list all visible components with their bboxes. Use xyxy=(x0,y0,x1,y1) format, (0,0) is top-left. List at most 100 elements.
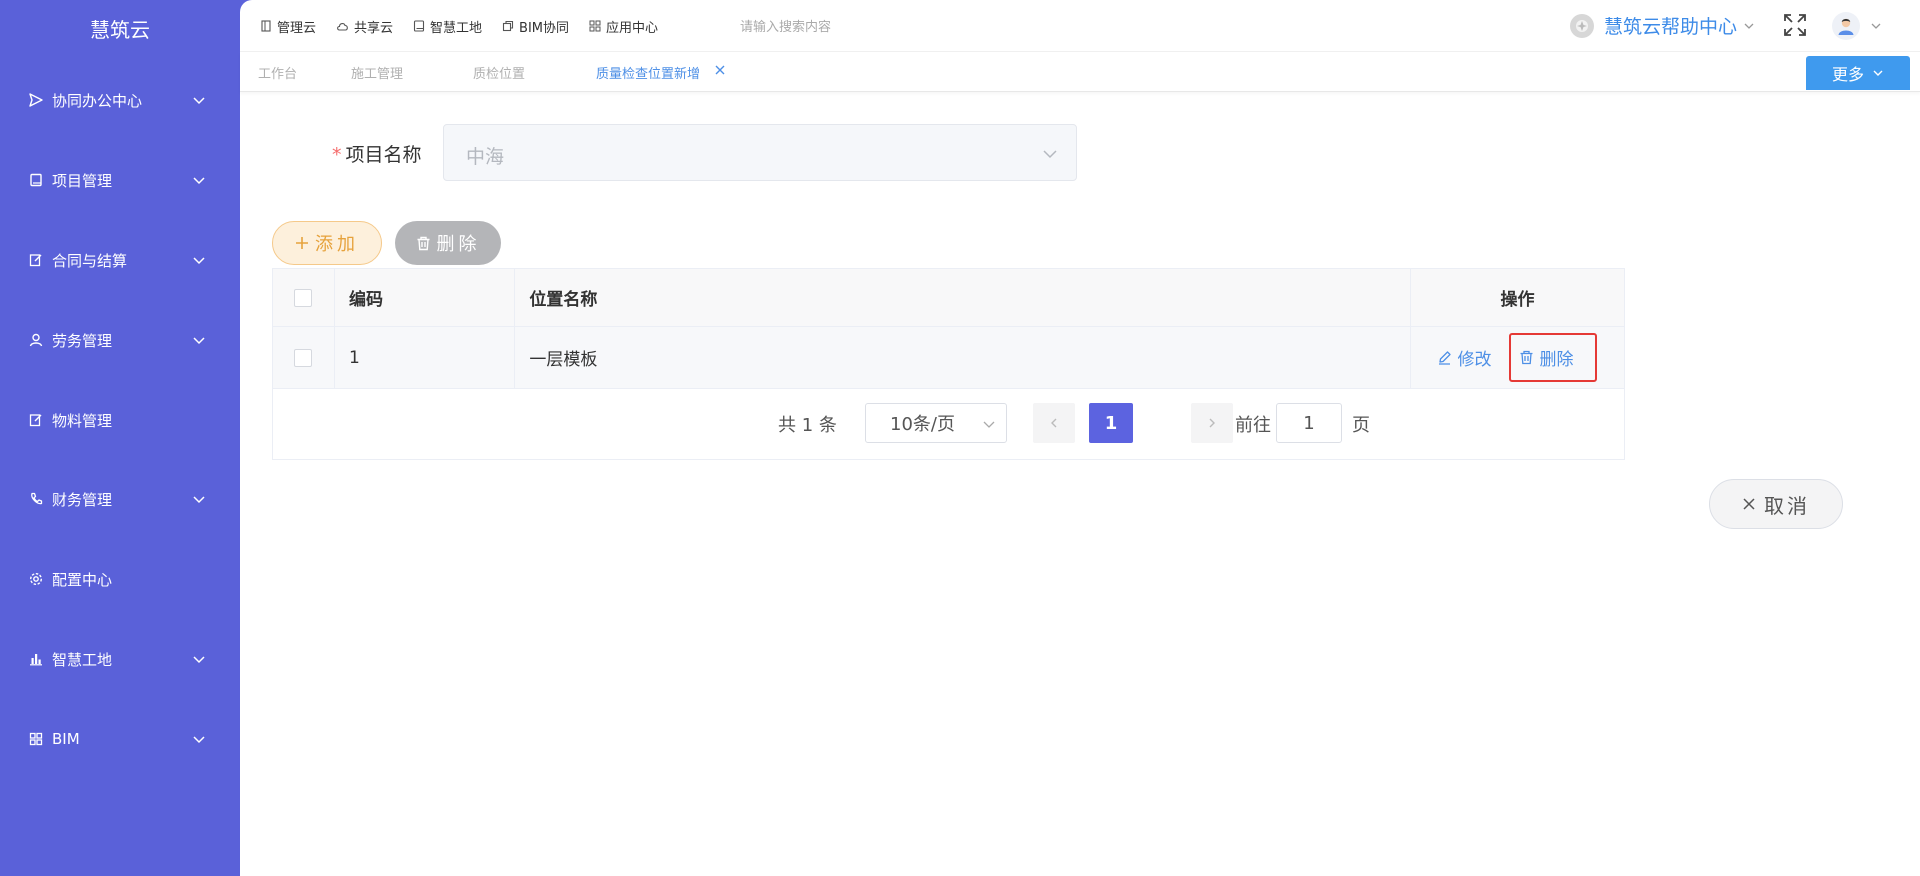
chevron-right-icon xyxy=(1209,418,1215,428)
edit-icon xyxy=(28,412,44,428)
row-checkbox-cell xyxy=(273,327,335,388)
sidebar-item-label: 合同与结算 xyxy=(52,251,128,270)
sidebar-item-smart-site[interactable]: 智慧工地 xyxy=(0,637,240,681)
sidebar-item-label: 劳务管理 xyxy=(52,331,113,350)
fullscreen-icon[interactable] xyxy=(1783,13,1807,37)
bar-chart-icon xyxy=(28,651,44,667)
page-number-1[interactable]: 1 xyxy=(1089,403,1133,443)
required-mark: * xyxy=(332,144,342,166)
cancel-button-label: 取消 xyxy=(1764,493,1810,518)
chevron-down-icon xyxy=(193,496,205,504)
delete-button-label: 删除 xyxy=(436,234,481,255)
row-delete-link-label: 删除 xyxy=(1539,350,1574,370)
help-logo-icon xyxy=(1570,13,1594,38)
delete-button[interactable]: 删除 xyxy=(395,221,501,265)
topnav-item-share-cloud[interactable]: 共享云 xyxy=(336,17,393,36)
pagination: 共 1 条 10条/页 1 前往 页 xyxy=(273,389,1624,459)
project-name-label-text: 项目名称 xyxy=(345,144,422,166)
table-row: 1 一层模板 修改 删除 xyxy=(273,327,1624,389)
edit-link[interactable]: 修改 xyxy=(1437,345,1491,370)
sidebar: 慧筑云 协同办公中心 项目管理 合同与结算 劳务管理 物料管理 财务管理 配置中… xyxy=(0,0,240,876)
top-nav: 管理云 共享云 智慧工地 BIM协同 应用中心 xyxy=(260,0,678,52)
pencil-icon xyxy=(1439,351,1452,365)
row-delete-link[interactable]: 删除 xyxy=(1509,333,1598,382)
help-center-label: 慧筑云帮助中心 xyxy=(1604,16,1738,38)
sidebar-item-config[interactable]: 配置中心 xyxy=(0,557,240,601)
row-checkbox[interactable] xyxy=(294,348,313,367)
sidebar-item-label: 配置中心 xyxy=(52,570,113,589)
sidebar-item-material[interactable]: 物料管理 xyxy=(0,398,240,442)
sidebar-item-label: 物料管理 xyxy=(52,411,113,430)
gear-icon xyxy=(28,571,44,587)
tab-construction-mgmt[interactable]: 施工管理 xyxy=(351,63,403,82)
tabs-bar: 工作台 施工管理 质检位置 质量检查位置新增 更多 xyxy=(240,52,1920,92)
tab-workbench[interactable]: 工作台 xyxy=(258,63,297,82)
sidebar-item-collab-office[interactable]: 协同办公中心 xyxy=(0,78,240,122)
tab-quality-location-add[interactable]: 质量检查位置新增 xyxy=(596,63,700,82)
document-icon xyxy=(261,20,271,32)
chevron-down-icon xyxy=(193,177,205,185)
topnav-item-bim[interactable]: BIM协同 xyxy=(502,17,569,36)
chevron-down-icon xyxy=(193,337,205,345)
topnav-item-app-center[interactable]: 应用中心 xyxy=(589,17,658,36)
row-code: 1 xyxy=(335,327,516,388)
tab-inspection-location[interactable]: 质检位置 xyxy=(473,63,525,82)
chevron-down-icon xyxy=(193,656,205,664)
sidebar-item-label: 协同办公中心 xyxy=(52,91,143,110)
avatar[interactable] xyxy=(1832,12,1860,40)
book-icon xyxy=(28,172,44,188)
chevron-down-icon xyxy=(193,97,205,105)
send-icon xyxy=(28,92,44,108)
plus-icon xyxy=(296,237,308,249)
close-icon xyxy=(1743,498,1755,510)
sidebar-item-label: 财务管理 xyxy=(52,490,113,509)
row-operations: 修改 删除 xyxy=(1411,327,1624,388)
sidebar-item-label: 智慧工地 xyxy=(52,650,113,669)
close-icon[interactable] xyxy=(714,64,726,76)
cancel-button[interactable]: 取消 xyxy=(1709,479,1843,529)
user-icon xyxy=(28,332,44,348)
sidebar-item-project-mgmt[interactable]: 项目管理 xyxy=(0,158,240,202)
more-button-label: 更多 xyxy=(1831,65,1864,84)
project-select[interactable]: 中海 xyxy=(443,124,1077,181)
main-panel: 管理云 共享云 智慧工地 BIM协同 应用中心 请输入搜索内容 慧筑云帮助中心 … xyxy=(240,0,1920,876)
chevron-down-icon[interactable] xyxy=(1870,20,1882,32)
select-all-checkbox[interactable] xyxy=(294,288,313,307)
topnav-item-label: 应用中心 xyxy=(606,20,659,36)
add-button[interactable]: 添加 xyxy=(272,221,382,265)
topnav-item-manage-cloud[interactable]: 管理云 xyxy=(260,17,316,36)
user-avatar-icon xyxy=(1838,18,1854,35)
chevron-down-icon xyxy=(983,421,995,428)
help-center-menu[interactable]: 慧筑云帮助中心 xyxy=(1570,12,1755,39)
prev-page-button[interactable] xyxy=(1033,403,1075,443)
page-size-value: 10条/页 xyxy=(890,414,955,435)
next-page-button[interactable] xyxy=(1191,403,1233,443)
layers-icon xyxy=(502,20,514,32)
location-table: 编码 位置名称 操作 1 一层模板 修改 删除 共 1 条 10条/页 1 前往… xyxy=(272,268,1625,460)
header-operation: 操作 xyxy=(1500,290,1535,310)
header-location-name: 位置名称 xyxy=(515,269,1411,326)
goto-page-input[interactable] xyxy=(1276,403,1342,443)
header-code: 编码 xyxy=(335,269,516,326)
page-suffix: 页 xyxy=(1352,415,1370,436)
chevron-left-icon xyxy=(1051,418,1057,428)
chevron-down-icon xyxy=(1043,150,1057,159)
sidebar-item-contract[interactable]: 合同与结算 xyxy=(0,238,240,282)
more-button[interactable]: 更多 xyxy=(1806,56,1910,90)
topnav-item-label: BIM协同 xyxy=(519,20,570,36)
topnav-item-label: 共享云 xyxy=(354,20,394,36)
topnav-item-label: 智慧工地 xyxy=(430,20,483,36)
edit-link-label: 修改 xyxy=(1457,350,1492,370)
page-size-select[interactable]: 10条/页 xyxy=(865,403,1007,443)
sidebar-item-bim[interactable]: BIM xyxy=(0,717,240,761)
sidebar-item-labor[interactable]: 劳务管理 xyxy=(0,318,240,362)
phone-icon xyxy=(28,491,44,507)
add-button-label: 添加 xyxy=(315,234,359,255)
search-input[interactable] xyxy=(740,16,940,38)
topnav-item-smart-site[interactable]: 智慧工地 xyxy=(413,17,482,36)
grid-icon xyxy=(589,20,601,32)
project-select-value: 中海 xyxy=(466,146,505,168)
sidebar-item-finance[interactable]: 财务管理 xyxy=(0,477,240,521)
grid-icon xyxy=(28,731,44,747)
pagination-total: 共 1 条 xyxy=(778,415,837,436)
